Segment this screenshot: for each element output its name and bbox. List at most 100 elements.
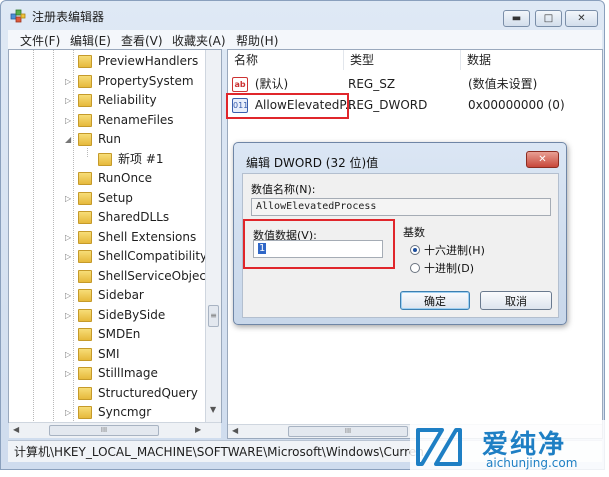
folder-icon bbox=[98, 152, 112, 166]
column-header-type[interactable]: 类型 bbox=[344, 50, 461, 70]
list-hscroll-thumb[interactable]: III bbox=[288, 426, 408, 437]
cancel-button[interactable]: 取消 bbox=[480, 291, 552, 310]
value-data: 0x00000000 (0) bbox=[468, 98, 565, 112]
window-title: 注册表编辑器 bbox=[32, 10, 105, 24]
base-groupbox-label: 基数 bbox=[403, 226, 425, 239]
tree-item[interactable]: ▷ Reliability bbox=[65, 91, 157, 110]
folder-icon bbox=[78, 211, 92, 224]
folder-icon bbox=[78, 328, 92, 341]
menu-favorites[interactable]: 收藏夹(A) bbox=[172, 32, 226, 49]
tree-horizontal-scrollbar[interactable]: ◀ III ▶ bbox=[9, 422, 221, 438]
expand-arrow-icon[interactable]: ▷ bbox=[65, 403, 74, 422]
tree-item[interactable]: SMDEn bbox=[65, 325, 140, 344]
radio-hex[interactable]: 十六进制(H) bbox=[410, 242, 485, 258]
minimize-button[interactable]: ▬ bbox=[503, 10, 530, 27]
close-icon: ✕ bbox=[538, 154, 547, 165]
folder-icon bbox=[78, 230, 92, 244]
tree-item[interactable]: ShellServiceObjectD bbox=[65, 267, 220, 286]
tree-item-label: ShellCompatibility bbox=[98, 249, 208, 263]
radio-unselected-icon bbox=[410, 263, 420, 273]
tree-item[interactable]: ▷ SMI bbox=[65, 345, 120, 364]
tree-item[interactable]: ▷ ShellCompatibility bbox=[65, 247, 207, 266]
value-type: REG_SZ bbox=[348, 77, 396, 91]
tree-item-label: Sidebar bbox=[98, 288, 144, 302]
registry-key-tree[interactable]: PreviewHandlers ▷ PropertySystem ▷ Reliabili… bbox=[8, 49, 222, 423]
tree-item[interactable]: SharedDLLs bbox=[65, 208, 169, 227]
folder-icon bbox=[78, 367, 92, 380]
close-button[interactable]: ✕ bbox=[565, 10, 598, 27]
tree-item[interactable]: ▷ RenameFiles bbox=[65, 111, 174, 130]
aichunjing-logo-icon bbox=[412, 422, 467, 472]
tree-item-label: 新项 #1 bbox=[118, 151, 164, 166]
radio-decimal[interactable]: 十进制(D) bbox=[410, 260, 474, 276]
highlight-box-value-name bbox=[226, 93, 349, 119]
expand-arrow-icon[interactable]: ▷ bbox=[65, 364, 74, 383]
maximize-button[interactable]: □ bbox=[535, 10, 562, 27]
expand-arrow-icon[interactable]: ▷ bbox=[65, 286, 74, 305]
folder-icon bbox=[78, 55, 92, 68]
tree-item-label: Reliability bbox=[98, 93, 157, 107]
tree-item[interactable]: ▷ SideBySide bbox=[65, 306, 165, 325]
tree-item-label: Run bbox=[98, 132, 122, 146]
expand-arrow-icon[interactable]: ▷ bbox=[65, 306, 74, 325]
expand-arrow-icon[interactable]: ◢ bbox=[65, 130, 74, 149]
tree-item-label: StructuredQuery bbox=[98, 385, 198, 400]
tree-item-label: Syncmgr bbox=[98, 405, 152, 419]
value-name-field[interactable]: AllowElevatedProcess bbox=[251, 198, 551, 216]
tree-item[interactable]: ▷ PropertySystem bbox=[65, 72, 194, 91]
expand-arrow-icon[interactable]: ▷ bbox=[65, 91, 74, 110]
tree-item[interactable]: PreviewHandlers bbox=[65, 52, 198, 71]
tree-item-label: ShellServiceObjectD bbox=[98, 268, 220, 283]
menu-edit[interactable]: 编辑(E) bbox=[70, 32, 111, 49]
tree-item[interactable]: ▷ Syncmgr bbox=[65, 403, 151, 422]
expand-arrow-icon[interactable]: ▷ bbox=[65, 72, 74, 91]
folder-icon bbox=[78, 308, 92, 322]
tree-item[interactable]: ▷ Shell Extensions bbox=[65, 228, 196, 247]
expand-arrow-icon[interactable]: ▷ bbox=[65, 189, 74, 208]
scroll-left-arrow-icon[interactable]: ◀ bbox=[13, 425, 19, 434]
folder-icon bbox=[78, 113, 92, 127]
tree-item[interactable]: ▷ StillImage bbox=[65, 364, 158, 383]
tree-item[interactable]: StructuredQuery bbox=[65, 384, 198, 403]
list-row[interactable]: ab (默认) REG_SZ (数值未设置) bbox=[232, 74, 602, 94]
menu-view[interactable]: 查看(V) bbox=[121, 32, 163, 49]
column-header-name[interactable]: 名称 bbox=[228, 50, 344, 70]
dialog-close-button[interactable]: ✕ bbox=[526, 151, 559, 168]
scroll-right-arrow-icon[interactable]: ▶ bbox=[195, 425, 201, 434]
value-type: REG_DWORD bbox=[348, 98, 428, 112]
radio-selected-icon bbox=[410, 245, 420, 255]
expand-arrow-icon[interactable]: ▷ bbox=[65, 111, 74, 130]
tree-scroll-thumb[interactable]: ≡ bbox=[208, 305, 219, 327]
dialog-title: 编辑 DWORD (32 位)值 bbox=[246, 156, 379, 170]
expand-arrow-icon[interactable]: ▷ bbox=[65, 228, 74, 247]
tree-vertical-scrollbar[interactable]: ≡ ▼ bbox=[205, 50, 221, 422]
folder-icon bbox=[78, 133, 92, 146]
folder-icon bbox=[78, 172, 92, 185]
tree-item[interactable]: 新项 #1 bbox=[85, 150, 164, 169]
menu-file[interactable]: 文件(F) bbox=[20, 32, 60, 49]
folder-icon bbox=[78, 74, 92, 88]
menu-help[interactable]: 帮助(H) bbox=[236, 32, 278, 49]
radio-hex-label: 十六进制(H) bbox=[424, 244, 485, 257]
tree-item[interactable]: ▷ Sidebar bbox=[65, 286, 144, 305]
ok-button[interactable]: 确定 bbox=[400, 291, 470, 310]
minimize-icon: ▬ bbox=[511, 13, 522, 24]
tree-item[interactable]: ▷ Setup bbox=[65, 189, 133, 208]
tree-item[interactable]: ◢ Run bbox=[65, 130, 121, 149]
folder-icon bbox=[78, 250, 92, 263]
folder-icon bbox=[78, 191, 92, 205]
expand-arrow-icon[interactable]: ▷ bbox=[65, 247, 74, 266]
folder-icon bbox=[78, 406, 92, 419]
tree-hscroll-thumb[interactable]: III bbox=[49, 425, 159, 436]
tree-item-label: SideBySide bbox=[98, 307, 166, 322]
tree-item[interactable]: RunOnce bbox=[65, 169, 152, 188]
scroll-left-arrow-icon[interactable]: ◀ bbox=[232, 426, 238, 435]
grip-icon: III bbox=[100, 426, 108, 434]
tree-item-label: RunOnce bbox=[98, 171, 153, 185]
column-header-data[interactable]: 数据 bbox=[461, 50, 602, 70]
expand-arrow-icon[interactable]: ▷ bbox=[65, 345, 74, 364]
folder-icon bbox=[78, 289, 92, 302]
highlight-box-value-data bbox=[243, 219, 395, 269]
grip-icon: III bbox=[344, 427, 352, 435]
scroll-down-arrow-icon[interactable]: ▼ bbox=[210, 405, 216, 414]
